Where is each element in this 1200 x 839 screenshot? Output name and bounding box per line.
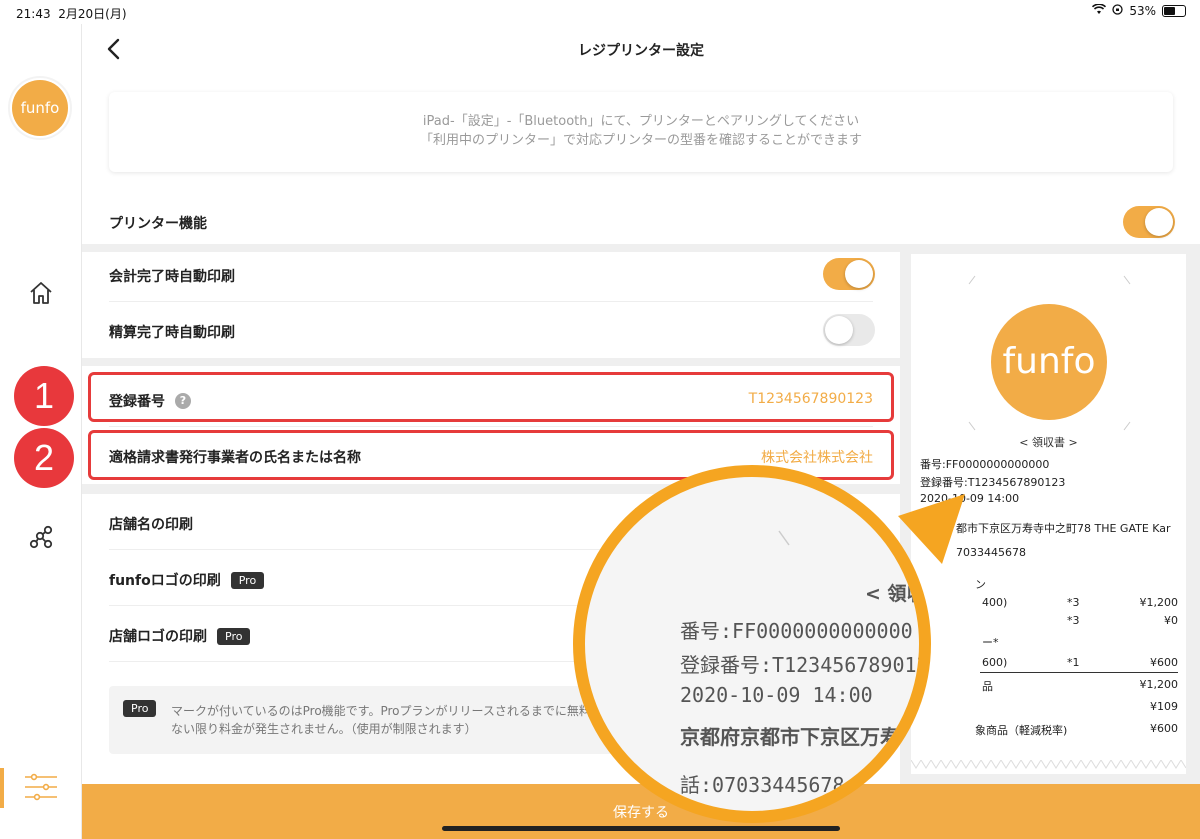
receipt-item-cell: ン xyxy=(975,578,986,591)
wifi-icon xyxy=(1092,3,1107,18)
highlight-registration xyxy=(88,372,894,422)
header: レジプリンター設定 xyxy=(82,24,1200,74)
magnifier-address: 京都府京都市下京区万寿寺中之 xyxy=(680,725,920,749)
receipt-item-qty: *1 xyxy=(1067,656,1080,669)
network-icon[interactable] xyxy=(24,520,58,554)
receipt-logo: funfo xyxy=(991,304,1107,420)
auto-print-settlement-label: 精算完了時自動印刷 xyxy=(109,325,235,341)
pro-badge: Pro xyxy=(230,571,265,589)
receipt-item-qty: *3 xyxy=(1067,614,1080,627)
status-time: 21:43 2月20日(月) xyxy=(16,7,127,21)
receipt-item-price: ¥600 xyxy=(1150,656,1178,669)
info-box: iPad-「設定」-「Bluetooth」にて、プリンターとペアリングしてくださ… xyxy=(109,92,1173,172)
receipt-magnifier: < 領収書 番号:FF0000000000000 登録番号:T123456789… xyxy=(573,465,931,823)
receipt-item-price: ¥0 xyxy=(1164,614,1178,627)
receipt-title: < 領収書 > xyxy=(1019,436,1078,449)
page-title: レジプリンター設定 xyxy=(578,43,704,59)
auto-print-checkout-label: 会計完了時自動印刷 xyxy=(109,269,235,285)
print-store-name-label: 店舗名の印刷 xyxy=(109,517,193,533)
auto-print-settlement-toggle[interactable] xyxy=(823,314,875,346)
info-line-2: 「利用中のプリンター」で対応プリンターの型番を確認することができます xyxy=(419,133,862,148)
receipt-item-qty: *3 xyxy=(1067,596,1080,609)
orientation-lock-icon xyxy=(1112,4,1123,18)
receipt-item-cell: ー* xyxy=(982,636,999,649)
auto-print-checkout-toggle[interactable] xyxy=(823,258,875,290)
auto-print-settlement-row: 精算完了時自動印刷 xyxy=(109,302,875,358)
home-icon[interactable] xyxy=(24,276,58,310)
pro-badge: Pro xyxy=(123,700,157,717)
print-funfo-logo-label: funfoロゴの印刷 xyxy=(109,573,221,589)
magnifier-registration: 登録番号:T1234567890123 xyxy=(680,653,931,677)
printer-function-row: プリンター機能 xyxy=(109,206,1175,238)
top-area: iPad-「設定」-「Bluetooth」にて、プリンターとペアリングしてくださ… xyxy=(82,74,1200,244)
receipt-item-price: ¥109 xyxy=(1150,700,1178,713)
receipt-item-price: ¥1,200 xyxy=(1139,678,1179,691)
magnifier-number: 番号:FF0000000000000 xyxy=(680,619,913,643)
print-store-logo-label: 店舗ロゴの印刷 xyxy=(109,629,207,645)
battery-percent: 53% xyxy=(1129,4,1156,18)
home-indicator xyxy=(442,826,840,831)
auto-print-checkout-row: 会計完了時自動印刷 xyxy=(109,246,875,302)
battery-icon xyxy=(1162,5,1186,17)
printer-function-toggle[interactable] xyxy=(1123,206,1175,238)
auto-print-card: 会計完了時自動印刷 精算完了時自動印刷 xyxy=(82,252,900,358)
active-indicator xyxy=(0,768,4,808)
printer-function-label: プリンター機能 xyxy=(109,216,207,232)
receipt-item-cell: 品 xyxy=(982,680,993,693)
receipt-number: 番号:FF0000000000000 xyxy=(920,458,1050,471)
receipt-zigzag xyxy=(911,760,1186,769)
receipt-divider xyxy=(980,672,1178,673)
receipt-item-cell: 400) xyxy=(982,596,1008,609)
pro-badge: Pro xyxy=(217,627,251,645)
magnifier-phone: 話:07033445678 xyxy=(680,773,845,797)
settings-icon[interactable] xyxy=(24,770,58,804)
receipt-item-price: ¥1,200 xyxy=(1139,596,1179,609)
info-line-1: iPad-「設定」-「Bluetooth」にて、プリンターとペアリングしてくださ… xyxy=(422,114,860,129)
magnifier-datetime: 2020-10-09 14:00 xyxy=(680,683,873,707)
annotation-badge-1: 1 xyxy=(14,366,74,426)
annotation-badge-2: 2 xyxy=(14,428,74,488)
receipt-item-price: ¥600 xyxy=(1150,722,1178,735)
receipt-item-cell: 600) xyxy=(982,656,1008,669)
status-bar: 21:43 2月20日(月) 53% xyxy=(0,0,1200,24)
receipt-item-cell: 象商品（軽減税率) xyxy=(975,724,1068,737)
brand-logo: funfo xyxy=(8,76,72,140)
